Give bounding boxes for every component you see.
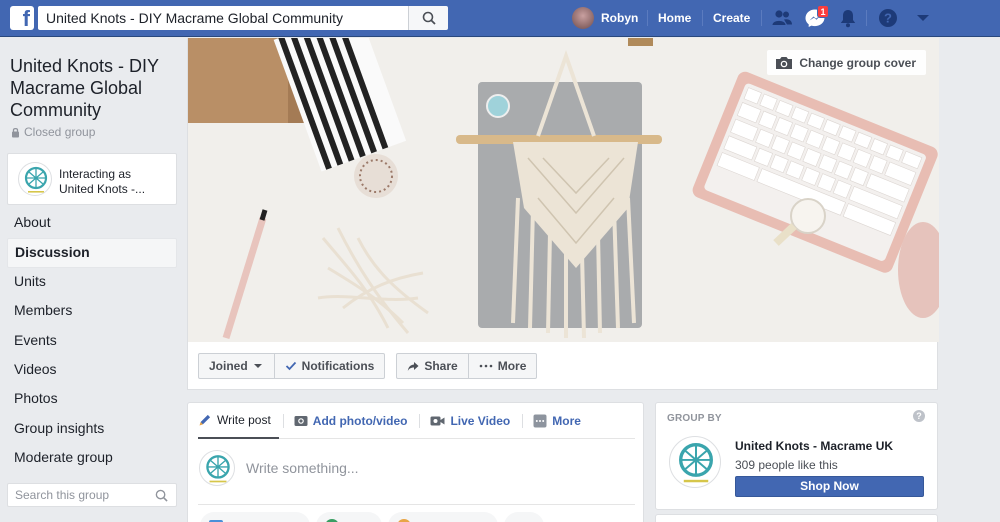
notifications-label: Notifications [301, 359, 375, 373]
caret-down-icon[interactable] [912, 8, 934, 28]
create-link[interactable]: Create [713, 11, 750, 25]
checkmark-icon [285, 361, 296, 371]
composer-option-pill[interactable] [316, 512, 382, 522]
more-grid-icon [533, 414, 547, 427]
composer-option-pill[interactable] [504, 512, 544, 522]
page-likes-count: 309 people like this [735, 458, 838, 472]
nav-divider [647, 10, 648, 26]
help-icon[interactable]: ? [913, 410, 925, 422]
tab-more[interactable]: More [533, 403, 589, 439]
tab-live-video[interactable]: Live Video [430, 403, 518, 439]
friends-icon[interactable] [771, 8, 793, 28]
profile-link[interactable]: Robyn [572, 6, 638, 30]
sidebar-item-members[interactable]: Members [7, 297, 177, 326]
change-cover-button[interactable]: Change group cover [767, 50, 926, 75]
write-post-label: Write post [217, 412, 271, 427]
group-cover-card: Change group cover Joined Notifications … [187, 38, 939, 390]
search-icon[interactable] [155, 489, 168, 502]
group-search-input[interactable] [8, 484, 148, 506]
live-video-label: Live Video [450, 413, 511, 428]
tab-add-photo-video[interactable]: Add photo/video [294, 403, 416, 439]
avatar [572, 7, 594, 29]
post-composer: Write post Add photo/video Live Video Mo… [187, 402, 644, 522]
tab-divider [419, 413, 421, 428]
video-camera-icon [430, 416, 445, 425]
share-label: Share [424, 359, 458, 373]
interacting-as-switcher[interactable]: Interacting as United Knots -... [7, 153, 177, 205]
sidebar-item-group-insights[interactable]: Group insights [7, 415, 177, 444]
sidebar-item-units[interactable]: Units [7, 268, 177, 297]
group-by-header: GROUP BY [667, 413, 722, 424]
group-actions: Joined Notifications Share More [198, 353, 538, 379]
composer-divider [198, 504, 635, 505]
more-tab-label: More [552, 413, 581, 428]
interacting-as-label: Interacting as United Knots -... [59, 167, 146, 196]
joined-button[interactable]: Joined [198, 353, 275, 379]
page-logo-icon[interactable] [669, 436, 721, 488]
privacy-text: Closed group [24, 125, 96, 139]
sidebar-item-moderate-group[interactable]: Moderate group [7, 444, 177, 473]
more-button[interactable]: More [468, 353, 538, 379]
group-title[interactable]: United Knots - DIY Macrame Global Commun… [10, 55, 180, 121]
page-name-link[interactable]: United Knots - Macrame UK [735, 439, 893, 453]
tab-write-post[interactable]: Write post [198, 403, 279, 439]
pencil-icon [199, 414, 211, 425]
change-cover-label: Change group cover [799, 55, 916, 70]
lock-icon [12, 127, 19, 137]
share-button[interactable]: Share [396, 353, 469, 379]
nav-divider [866, 10, 867, 26]
bell-icon[interactable] [837, 8, 859, 28]
photo-icon [209, 520, 223, 522]
sidebar-item-about[interactable]: About [7, 209, 177, 238]
search-input[interactable] [38, 6, 410, 30]
sidebar-item-photos[interactable]: Photos [7, 385, 177, 414]
nav-divider [761, 10, 762, 26]
profile-name: Robyn [601, 11, 639, 25]
poll-icon [326, 519, 338, 522]
nav-divider [702, 10, 703, 26]
camera-icon [776, 56, 793, 69]
add-photo-label: Add photo/video [312, 413, 408, 428]
composer-option-pill[interactable] [200, 512, 310, 522]
composer-option-pill[interactable] [388, 512, 498, 522]
search-button[interactable] [408, 6, 448, 30]
home-link[interactable]: Home [658, 11, 691, 25]
messages-badge: 1 [817, 5, 829, 18]
group-search [7, 483, 177, 507]
help-icon[interactable]: ? [877, 8, 899, 28]
page-logo-icon [18, 162, 52, 196]
tab-divider [282, 413, 284, 428]
joined-label: Joined [209, 359, 248, 373]
caret-down-icon [253, 364, 262, 368]
shop-now-button[interactable]: Shop Now [735, 476, 924, 497]
photo-icon [294, 416, 308, 426]
search-icon [422, 11, 436, 25]
sidebar-item-events[interactable]: Events [7, 327, 177, 356]
share-arrow-icon [408, 361, 419, 371]
top-navigation-bar: f Robyn Home Create 1 ? [0, 0, 1000, 37]
group-menu: About Discussion Units Members Events Vi… [7, 209, 177, 474]
page-logo-icon [199, 450, 235, 486]
watch-party-icon [398, 519, 410, 522]
cover-photo [188, 38, 939, 342]
notifications-button[interactable]: Notifications [274, 353, 386, 379]
composer-tabs: Write post Add photo/video Live Video Mo… [198, 403, 635, 439]
group-by-card: GROUP BY ? United Knots - Macrame UK 309… [655, 402, 938, 510]
more-label: More [497, 359, 527, 373]
sidebar-item-videos[interactable]: Videos [7, 356, 177, 385]
ellipsis-icon [479, 364, 493, 368]
next-card [655, 514, 938, 522]
svg-text:?: ? [884, 11, 892, 26]
composer-input[interactable]: Write something... [246, 460, 359, 476]
facebook-logo-icon[interactable]: f [10, 6, 34, 30]
sidebar-item-discussion[interactable]: Discussion [7, 238, 177, 268]
privacy-label: Closed group [11, 125, 95, 139]
tab-divider [522, 413, 524, 428]
